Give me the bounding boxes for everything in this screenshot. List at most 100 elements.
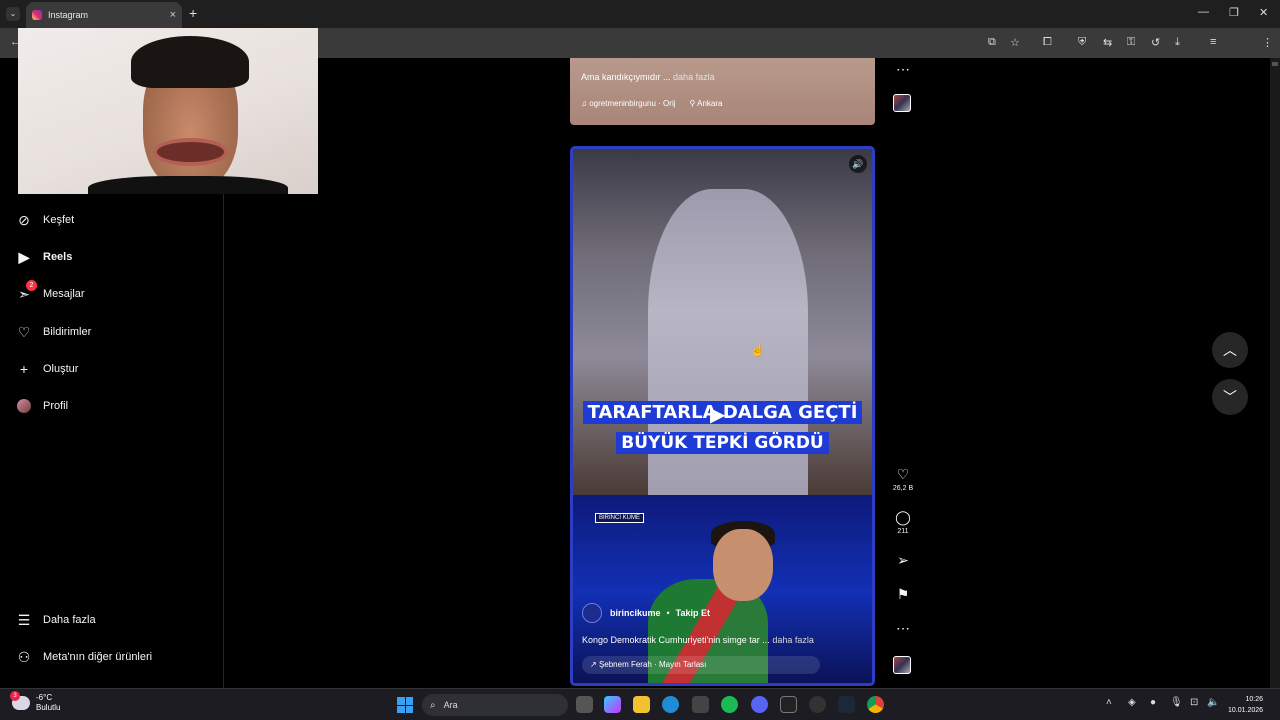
follow-button[interactable]: Takip Et [676,608,710,618]
messenger-icon: ➣ 2 [16,280,37,302]
cast-icon[interactable]: ⧉ [988,36,996,49]
reel-audio-thumbnail[interactable] [893,656,911,674]
author-username[interactable]: birincikume [610,608,661,618]
password-key-icon[interactable]: ⚿ [1127,36,1135,49]
tab-search-chevron-icon[interactable]: ⌄ [6,7,20,21]
location-pin-icon: ⚲ [689,99,698,108]
next-reel-button[interactable]: ﹀ [1212,379,1248,415]
time: 10:26 [1245,696,1264,703]
more-dots-icon: ⋯ [896,61,910,77]
volume-icon[interactable]: 🔊 [849,155,867,173]
cloud-icon: 3 [10,691,30,710]
reading-list-icon[interactable]: ≡ [1210,36,1216,48]
clock[interactable]: 10:26 10.01.2026 [1228,694,1263,716]
reel-author: birincikume • Takip Et [582,603,710,623]
overlay-headline-2: BÜYÜK TEPKİ GÖRDÜ [573,432,872,454]
volume-tray-icon[interactable]: 🔈 [1207,697,1219,708]
page-scrollbar[interactable] [1270,58,1280,688]
comment-action[interactable]: ◯ 211 [886,509,920,535]
save-action[interactable]: ⚑ [886,586,920,603]
heart-icon: ♡ [17,323,31,340]
tab-bar: ⌄ Instagram × + — ❐ ✕ [0,0,1280,28]
discord-icon[interactable] [751,696,768,713]
extensions-icon[interactable]: ⧠ [1043,36,1052,49]
vpn-icon[interactable]: ⛨ [1078,36,1086,49]
tab-instagram[interactable]: Instagram × [26,2,182,28]
store-icon[interactable] [692,696,709,713]
reel-more[interactable]: ⋯ [886,620,920,637]
avatar [16,398,32,414]
weather-widget[interactable]: 3 -6°C Bulutlu [10,691,60,713]
chevron-down-icon: ﹀ [1223,389,1237,405]
tab-title: Instagram [48,10,89,20]
scrollbar-thumb[interactable] [1272,62,1278,66]
brand-tag: BİRİNCİ KUME [595,513,645,523]
minimize-icon[interactable]: — [1198,6,1209,18]
new-tab-button[interactable]: + [189,5,197,21]
meta-apps-icon: ⚇ [17,648,31,665]
history-icon[interactable]: ↺ [1151,36,1160,49]
audio-link[interactable]: ♫ ogretmeninbirgunu · Orij [581,99,676,108]
file-explorer-icon[interactable] [633,696,650,713]
hamburger-icon: ☰ [17,611,31,628]
epic-games-icon[interactable] [780,696,797,713]
location-link[interactable]: ⚲ Ankara [690,99,723,108]
taskbar-search[interactable]: ⌕ Ara [422,694,568,716]
compass-icon: ⊘ [18,211,30,228]
translate-icon[interactable]: ⇆ [1103,36,1112,49]
author-avatar[interactable] [582,603,602,623]
sidebar-item-label: Bildirimler [43,326,92,338]
download-icon[interactable]: ⤓ [1175,36,1180,49]
menu-kebab-icon[interactable]: ⋮ [1262,36,1273,49]
like-action[interactable]: ♡ 26,2 B [886,466,920,492]
prev-post-more[interactable]: ⋯ [886,61,920,78]
sidebar-item-more[interactable]: ☰ Daha fazla [16,612,96,628]
sidebar-item-messages[interactable]: ➣ 2 Mesajlar [16,280,85,302]
restore-icon[interactable]: ❐ [1229,6,1239,19]
spotify-icon[interactable] [721,696,738,713]
reel-audio-link[interactable]: ↗ Şebnem Ferah · Mayın Tarlası [582,656,820,674]
caption-text: Ama kandıkçıymıdır ... [581,72,671,82]
unread-badge: 2 [26,280,37,291]
network-icon[interactable]: ⊡ [1190,697,1198,708]
mic-icon[interactable]: 🎙 [1170,697,1183,708]
previous-post[interactable]: Ama kandıkçıymıdır ... daha fazla ♫ ogre… [570,58,875,125]
sidebar-item-profile[interactable]: Profil [16,398,68,414]
tab-close-icon[interactable]: × [170,9,176,21]
app-tray-icon[interactable]: ● [1150,697,1156,708]
caption-more-link[interactable]: daha fazla [673,72,715,82]
start-button[interactable] [397,697,413,713]
chrome-icon[interactable] [867,696,884,713]
copilot-icon[interactable] [604,696,621,713]
tray-overflow-icon[interactable]: ˄ [1106,697,1112,708]
bookmark-icon: ⚑ [896,586,910,602]
close-window-icon[interactable]: ✕ [1259,6,1268,19]
bookmark-star-icon[interactable]: ☆ [1010,36,1020,49]
sidebar-item-label: Daha fazla [43,614,96,626]
share-action[interactable]: ➢ [886,552,920,569]
task-view-icon[interactable] [576,696,593,713]
sidebar-item-label: Meta'nın diğer ürünleri [43,651,153,663]
steam-tray-icon[interactable]: ◈ [1128,697,1136,708]
sidebar-item-explore[interactable]: ⊘ Keşfet [16,212,74,228]
comment-count: 211 [897,528,909,535]
app-icon[interactable] [809,696,826,713]
previous-reel-button[interactable]: ︿ [1212,332,1248,368]
webcam-hair [131,36,249,88]
sidebar-item-reels[interactable]: ▶ Reels [16,249,73,265]
play-icon[interactable]: ▶ [710,402,736,428]
sidebar-item-notifications[interactable]: ♡ Bildirimler [16,323,92,340]
reel-caption-text: Kongo Demokratik Cumhuriyeti'nin simge t… [582,635,770,645]
sidebar-item-meta[interactable]: ⚇ Meta'nın diğer ürünleri [16,649,152,665]
steam-icon[interactable] [838,696,855,713]
prev-audio-thumbnail[interactable] [893,94,911,112]
taskbar: 3 -6°C Bulutlu ⌕ Ara ˄ ◈ ● 🎙 ⊡ 🔈 10:26 1… [0,688,1280,720]
edge-icon[interactable] [662,696,679,713]
sidebar-item-label: Mesajlar [43,288,85,300]
reel-caption-more-link[interactable]: daha fazla [772,635,814,645]
post-meta: ♫ ogretmeninbirgunu · Orij ⚲ Ankara [581,99,723,108]
sidebar-item-label: Oluştur [43,363,79,375]
webcam-overlay [18,28,318,194]
sidebar-item-create[interactable]: + Oluştur [16,361,79,377]
reel-video[interactable]: 🔊 TARAFTARLA DALGA GEÇTİ BÜYÜK TEPKİ GÖR… [570,146,875,686]
